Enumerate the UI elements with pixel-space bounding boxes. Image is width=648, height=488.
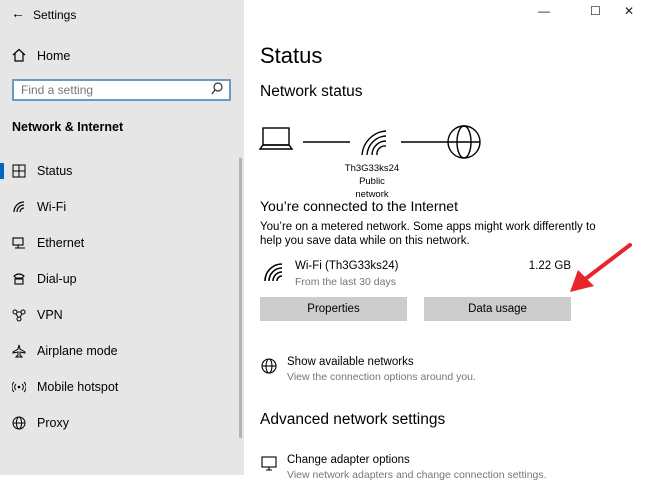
advanced-heading: Advanced network settings (260, 411, 446, 428)
sidebar-item-label: Ethernet (37, 236, 85, 250)
search-box[interactable] (12, 79, 231, 101)
sidebar-item-label: Status (37, 164, 73, 178)
search-input[interactable] (14, 81, 201, 99)
connection-name: Wi-Fi (Th3G33ks24) (295, 260, 399, 272)
network-name: Th3G33ks24 (344, 163, 400, 174)
data-usage-button[interactable]: Data usage (424, 297, 571, 321)
search-icon[interactable] (211, 82, 223, 99)
close-button[interactable]: ✕ (624, 4, 634, 18)
laptop-icon (258, 127, 294, 150)
sidebar-item-vpn[interactable]: VPN (0, 297, 240, 333)
airplane-icon (11, 344, 27, 358)
minimize-button[interactable]: — (538, 4, 550, 18)
show-networks-subtitle: View the connection options around you. (287, 371, 476, 383)
main-content: — ☐ ✕ Status Network status Th3G33ks24 P… (244, 0, 648, 481)
maximize-button[interactable]: ☐ (590, 4, 601, 18)
globe-icon (260, 357, 278, 380)
connection-row: Wi-Fi (Th3G33ks24) From the last 30 days… (260, 258, 576, 292)
hotspot-icon (11, 380, 27, 394)
network-label: Th3G33ks24 Public network (342, 162, 402, 201)
sidebar-item-proxy[interactable]: Proxy (0, 405, 240, 441)
sidebar-item-label: Wi-Fi (37, 200, 67, 214)
sidebar-item-label: Proxy (37, 416, 69, 430)
page-title: Status (260, 43, 323, 68)
home-label: Home (37, 49, 71, 63)
wifi-icon (11, 200, 27, 214)
globe-icon (11, 416, 27, 430)
adapter-options-subtitle: View network adapters and change connect… (287, 469, 547, 481)
home-icon (12, 48, 28, 65)
adapter-options-title: Change adapter options (287, 454, 410, 466)
show-networks-title: Show available networks (287, 356, 414, 368)
window-title: Settings (33, 8, 77, 22)
sidebar-item-label: Dial-up (37, 272, 77, 286)
sidebar-item-status[interactable]: Status (0, 153, 240, 189)
sidebar-scrollbar[interactable] (239, 158, 242, 438)
back-arrow-icon[interactable]: ← (11, 5, 25, 21)
connected-heading: You’re connected to the Internet (260, 198, 458, 214)
sidebar-item-dialup[interactable]: Dial-up (0, 261, 240, 297)
annotation-arrow-icon (570, 243, 632, 292)
sidebar-item-label: Airplane mode (37, 344, 118, 358)
ethernet-icon (11, 236, 27, 250)
home-link[interactable]: Home (12, 47, 70, 65)
metered-description: You’re on a metered network. Some apps m… (260, 221, 596, 247)
sidebar: ← Settings Home Network & Internet Statu… (0, 0, 244, 475)
dialup-icon (11, 272, 27, 286)
sidebar-item-label: VPN (37, 308, 63, 322)
section-title: Network & Internet (12, 120, 124, 134)
sidebar-item-wifi[interactable]: Wi-Fi (0, 189, 240, 225)
network-status-heading: Network status (260, 83, 363, 100)
sidebar-item-hotspot[interactable]: Mobile hotspot (0, 369, 240, 405)
sidebar-item-airplane[interactable]: Airplane mode (0, 333, 240, 369)
connection-period: From the last 30 days (295, 276, 396, 288)
internet-globe-icon (447, 125, 481, 159)
status-icon (11, 164, 27, 178)
vpn-icon (11, 308, 27, 322)
sidebar-item-ethernet[interactable]: Ethernet (0, 225, 240, 261)
sidebar-item-label: Mobile hotspot (37, 380, 119, 394)
wifi-signal-icon (361, 130, 387, 156)
wifi-icon (263, 262, 285, 287)
properties-button[interactable]: Properties (260, 297, 407, 321)
selection-indicator (0, 163, 4, 179)
